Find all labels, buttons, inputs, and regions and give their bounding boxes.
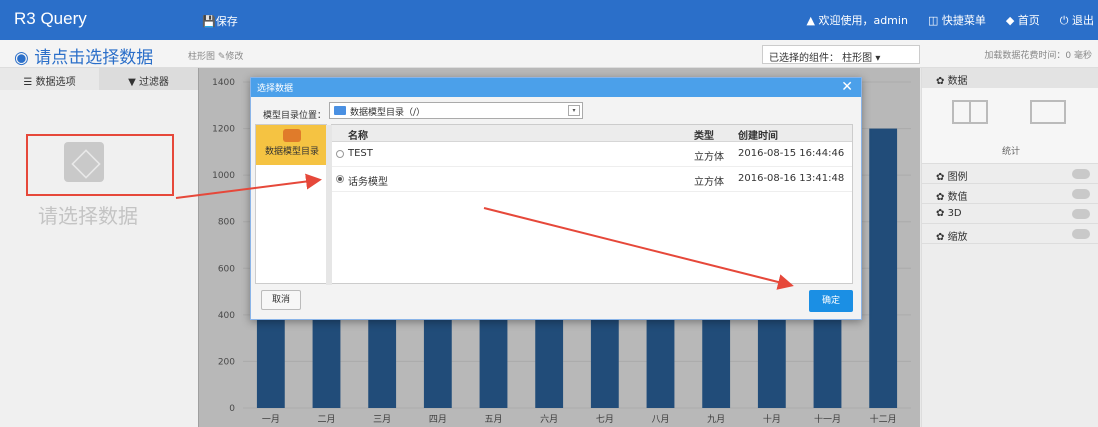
gear-icon: ✿ <box>936 232 948 243</box>
row-type: 立方体 <box>694 177 724 188</box>
welcome-user[interactable]: ▲ 欢迎使用，admin <box>807 12 908 28</box>
legend-toggle[interactable] <box>1072 169 1090 179</box>
page-title: ◉ 请点击选择数据 <box>14 43 153 68</box>
close-icon[interactable]: ✕ <box>841 79 853 95</box>
tree-item-label: 数据模型目录 <box>264 147 319 157</box>
table-row[interactable]: 话务模型 立方体 2016-08-16 13:41:48 <box>332 167 852 192</box>
option-legend-label: 图例 <box>947 172 968 183</box>
widget-label: 统计 <box>1002 147 1021 157</box>
chart-type-edit[interactable]: 柱形图 ✎修改 <box>188 49 243 62</box>
3d-toggle[interactable] <box>1072 209 1090 219</box>
model-table: 名称 类型 创建时间 TEST 立方体 2016-08-15 16:44:46 … <box>326 124 853 285</box>
list-layout-icon[interactable] <box>1030 100 1066 124</box>
row-created: 2016-08-16 13:41:48 <box>738 173 845 184</box>
widget-picker: 统计 <box>922 88 1098 164</box>
row-type: 立方体 <box>694 152 724 163</box>
row-name: 话务模型 <box>348 177 388 188</box>
table-row[interactable]: TEST 立方体 2016-08-15 16:44:46 <box>332 142 852 167</box>
quick-menu-button[interactable]: ◫ 快捷菜单 <box>928 12 986 28</box>
zoom-toggle[interactable] <box>1072 229 1090 239</box>
confirm-button[interactable]: 确定 <box>809 290 853 312</box>
component-select[interactable]: 已选择的组件： 柱形图 ▾ <box>762 45 920 64</box>
values-toggle[interactable] <box>1072 189 1090 199</box>
option-zoom: ✿ 缩放 <box>922 224 1098 244</box>
gear-icon: ✿ <box>936 172 948 183</box>
row-created: 2016-08-15 16:44:46 <box>738 148 845 159</box>
top-nav: ▲ 欢迎使用，admin ◫ 快捷菜单 ◆ 首页 ⏻ 退出 <box>807 12 1098 28</box>
location-value: 数据模型目录（/） <box>350 108 426 118</box>
select-data-placeholder[interactable]: 请选择数据 <box>38 200 138 229</box>
users-icon <box>283 129 301 142</box>
model-tree: 数据模型目录 <box>255 124 328 284</box>
right-panel-header: ✿ 数据 <box>922 68 1098 88</box>
table-header: 名称 类型 创建时间 <box>332 125 852 142</box>
top-bar: R3 Query 💾保存 ▲ 欢迎使用，admin ◫ 快捷菜单 ◆ 首页 ⏻ … <box>0 0 1098 40</box>
save-button[interactable]: 💾保存 <box>202 13 238 29</box>
option-legend: ✿ 图例 <box>922 164 1098 184</box>
column-name: 名称 <box>348 131 368 142</box>
page-header: ◉ 请点击选择数据 柱形图 ✎修改 已选择的组件： 柱形图 ▾ 加载数据花费时间… <box>0 40 1098 68</box>
dialog-title: 选择数据 <box>257 84 294 94</box>
tab-filter[interactable]: ▼ 过滤器 <box>99 68 198 90</box>
tab-data-options[interactable]: ☰ 数据选项 <box>0 68 99 90</box>
cube-icon: ◉ <box>14 48 35 68</box>
logout-link[interactable]: ⏻ 退出 <box>1060 12 1094 28</box>
left-panel: ☰ 数据选项 ▼ 过滤器 <box>0 68 198 427</box>
split-layout-icon[interactable] <box>952 100 988 124</box>
cancel-button[interactable]: 取消 <box>261 290 301 310</box>
row-name: TEST <box>348 148 373 159</box>
location-select[interactable]: 数据模型目录（/） ▾ <box>329 102 583 119</box>
row-radio[interactable] <box>336 150 344 158</box>
load-time: 加载数据花费时间：0 毫秒 <box>984 51 1092 61</box>
tab-filter-label: 过滤器 <box>138 77 169 88</box>
gear-icon: ✿ <box>936 192 948 203</box>
option-values: ✿ 数值 <box>922 184 1098 204</box>
column-type: 类型 <box>694 131 714 142</box>
page-title-text: 请点击选择数据 <box>34 48 154 68</box>
row-radio[interactable] <box>336 175 344 183</box>
location-label: 模型目录位置： <box>263 111 327 121</box>
column-created: 创建时间 <box>738 131 778 142</box>
right-panel: ✿ 数据 统计 ✿ 图例 ✿ 数值 ✿ 3D ✿ 缩放 <box>921 68 1098 427</box>
dialog-header: 选择数据 ✕ <box>251 78 861 97</box>
select-data-dialog: 选择数据 ✕ 模型目录位置： 数据模型目录（/） ▾ 数据模型目录 名称 类型 … <box>250 77 862 320</box>
folder-icon <box>334 106 346 115</box>
option-3d-label: 3D <box>947 208 962 219</box>
app-brand: R3 Query <box>14 9 87 28</box>
option-zoom-label: 缩放 <box>947 232 968 243</box>
tree-item-model-directory[interactable]: 数据模型目录 <box>256 125 328 165</box>
database-icon: ☰ <box>23 77 36 88</box>
option-values-label: 数值 <box>947 192 968 203</box>
chevron-down-icon[interactable]: ▾ <box>568 105 580 116</box>
filter-icon: ▼ <box>128 77 139 88</box>
gear-icon: ✿ <box>936 208 948 219</box>
option-3d: ✿ 3D <box>922 204 1098 224</box>
right-header-text: 数据 <box>947 76 968 87</box>
cube-icon[interactable] <box>64 142 104 182</box>
gear-icon: ✿ <box>936 76 948 87</box>
home-link[interactable]: ◆ 首页 <box>1006 12 1040 28</box>
left-tabs: ☰ 数据选项 ▼ 过滤器 <box>0 68 198 90</box>
tab-data-options-label: 数据选项 <box>35 77 76 88</box>
